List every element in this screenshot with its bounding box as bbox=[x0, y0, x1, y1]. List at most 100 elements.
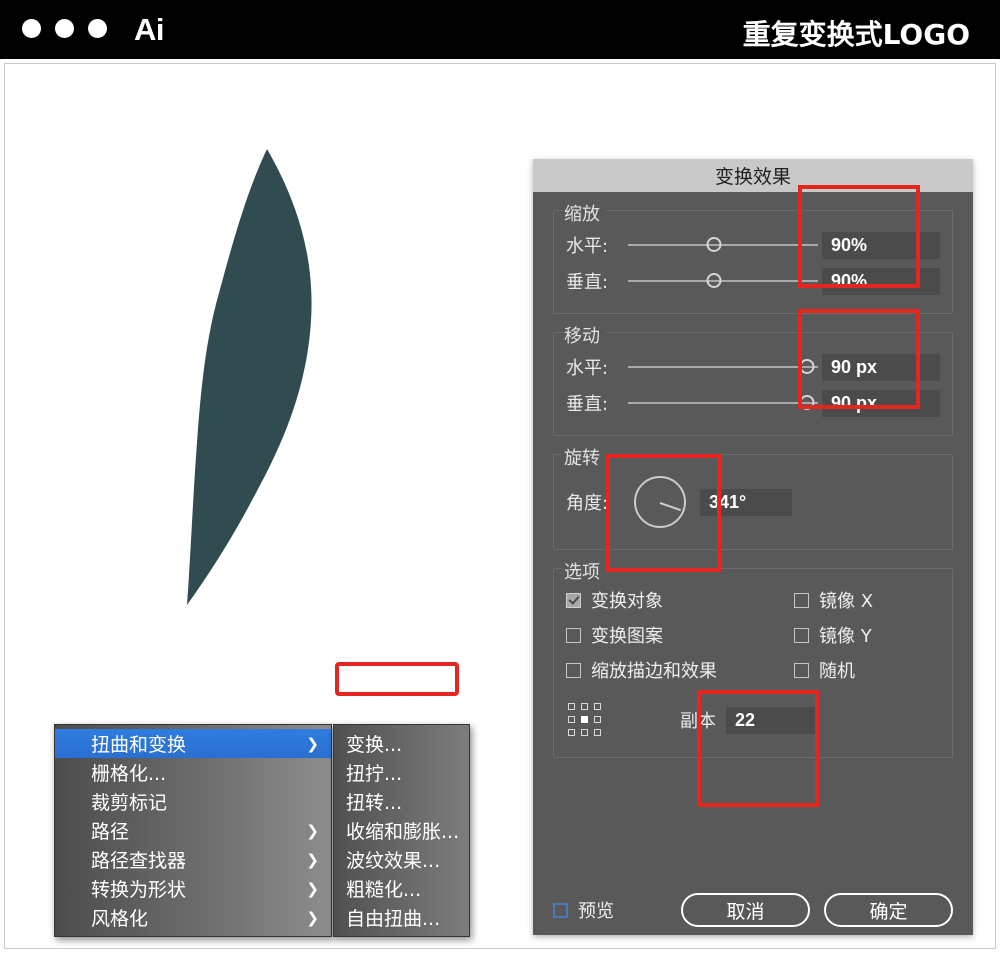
minimize-icon[interactable] bbox=[55, 19, 74, 38]
move-legend: 移动 bbox=[562, 322, 606, 348]
ok-button[interactable]: 确定 bbox=[824, 893, 953, 927]
scale-legend: 缩放 bbox=[562, 200, 606, 226]
context-menu[interactable]: 扭曲和变换 ❯ 栅格化... 裁剪标记 路径 ❯ 路径查找器 ❯ 转换为形状 ❯ bbox=[54, 724, 332, 937]
menu-item-label: 路径 bbox=[91, 821, 130, 843]
scale-vertical-label: 垂直: bbox=[566, 272, 609, 293]
move-vertical-label: 垂直: bbox=[566, 394, 609, 415]
submenu-item-twist[interactable]: 扭拧... bbox=[334, 758, 469, 787]
app-logo: Ai bbox=[134, 12, 165, 47]
slider-thumb[interactable] bbox=[799, 395, 815, 410]
menu-item-convert-to-shape[interactable]: 转换为形状 ❯ bbox=[55, 874, 331, 903]
move-group: 移动 水平: 90 px 垂直: 90 px bbox=[553, 322, 953, 436]
chevron-right-icon: ❯ bbox=[306, 821, 319, 840]
close-icon[interactable] bbox=[22, 19, 41, 38]
checkbox-box[interactable] bbox=[794, 627, 809, 643]
slider-track bbox=[628, 244, 818, 246]
move-horizontal-input[interactable]: 90 px bbox=[822, 353, 940, 381]
slider-track bbox=[628, 366, 818, 368]
checkbox-preview[interactable]: 预览 bbox=[553, 897, 614, 923]
slider-track bbox=[628, 402, 818, 404]
menu-item-label: 扭曲和变换 bbox=[91, 734, 187, 756]
options-group: 选项 变换对象 镜像 X 变换图案 镜像 Y 缩放描边和效果 随机 副本 22 bbox=[553, 558, 953, 758]
chevron-right-icon: ❯ bbox=[306, 734, 319, 753]
menu-item-rasterize[interactable]: 栅格化... bbox=[55, 758, 331, 787]
chevron-right-icon: ❯ bbox=[306, 908, 319, 927]
checkbox-box[interactable] bbox=[553, 902, 568, 918]
checkbox-label: 镜像 Y bbox=[819, 626, 872, 647]
checkbox-random[interactable]: 随机 bbox=[794, 657, 940, 683]
options-legend: 选项 bbox=[562, 558, 606, 584]
rotate-angle-label: 角度: bbox=[566, 493, 609, 514]
submenu-item-twirl[interactable]: 扭转... bbox=[334, 787, 469, 816]
scale-horizontal-row: 水平: 90% bbox=[566, 227, 940, 263]
menu-item-crop-marks[interactable]: 裁剪标记 bbox=[55, 787, 331, 816]
checkbox-label: 缩放描边和效果 bbox=[591, 661, 717, 682]
checkbox-box[interactable] bbox=[566, 592, 581, 608]
move-vertical-slider[interactable] bbox=[628, 394, 818, 412]
scale-vertical-slider[interactable] bbox=[628, 272, 818, 290]
checkbox-scale-strokes-effects[interactable]: 缩放描边和效果 bbox=[566, 657, 794, 683]
checkbox-box[interactable] bbox=[794, 662, 809, 678]
checkbox-label: 预览 bbox=[578, 901, 614, 922]
move-horizontal-slider[interactable] bbox=[628, 358, 818, 376]
cancel-button[interactable]: 取消 bbox=[681, 893, 810, 927]
leaf-shape-artwork[interactable] bbox=[145, 139, 385, 609]
submenu-item-free-distort[interactable]: 自由扭曲... bbox=[334, 903, 469, 932]
document-title: 重复变换式LOGO bbox=[742, 18, 970, 51]
checkbox-box[interactable] bbox=[566, 662, 581, 678]
menu-item-distort-transform[interactable]: 扭曲和变换 ❯ bbox=[55, 729, 331, 758]
checkbox-box[interactable] bbox=[566, 627, 581, 643]
move-horizontal-row: 水平: 90 px bbox=[566, 349, 940, 385]
dial-needle bbox=[659, 502, 682, 512]
checkbox-label: 镜像 X bbox=[819, 591, 874, 612]
submenu-item-pucker-bloat[interactable]: 收缩和膨胀... bbox=[334, 816, 469, 845]
rotate-group: 旋转 角度: 341° bbox=[553, 444, 953, 550]
slider-thumb[interactable] bbox=[799, 359, 815, 374]
scale-horizontal-input[interactable]: 90% bbox=[822, 231, 940, 259]
anchor-point-grid-icon[interactable] bbox=[568, 703, 602, 737]
artboard-canvas[interactable]: 扭曲和变换 ❯ 栅格化... 裁剪标记 路径 ❯ 路径查找器 ❯ 转换为形状 ❯ bbox=[4, 63, 996, 949]
slider-thumb[interactable] bbox=[706, 273, 721, 288]
window-controls bbox=[22, 19, 107, 38]
submenu-item-transform[interactable]: 变换... bbox=[334, 729, 469, 758]
maximize-icon[interactable] bbox=[88, 19, 107, 38]
slider-thumb[interactable] bbox=[706, 237, 721, 252]
scale-vertical-row: 垂直: 90% bbox=[566, 263, 940, 299]
rotate-legend: 旋转 bbox=[562, 444, 606, 470]
submenu-item-zig-zag[interactable]: 波纹效果... bbox=[334, 845, 469, 874]
submenu-item-label: 粗糙化... bbox=[346, 879, 422, 901]
menu-item-path[interactable]: 路径 ❯ bbox=[55, 816, 331, 845]
menu-item-pathfinder[interactable]: 路径查找器 ❯ bbox=[55, 845, 331, 874]
submenu-item-label: 自由扭曲... bbox=[346, 908, 441, 930]
scale-vertical-input[interactable]: 90% bbox=[822, 267, 940, 295]
slider-track bbox=[628, 280, 818, 282]
scale-horizontal-slider[interactable] bbox=[628, 236, 818, 254]
options-checkbox-grid: 变换对象 镜像 X 变换图案 镜像 Y 缩放描边和效果 随机 bbox=[566, 587, 940, 683]
dialog-body: 缩放 水平: 90% 垂直: 90% 移动 水平: 90 px 垂直: 90 p… bbox=[533, 200, 973, 953]
submenu-item-roughen[interactable]: 粗糙化... bbox=[334, 874, 469, 903]
checkbox-reflect-y[interactable]: 镜像 Y bbox=[794, 622, 940, 648]
checkbox-label: 变换对象 bbox=[591, 591, 663, 612]
checkbox-transform-objects[interactable]: 变换对象 bbox=[566, 587, 794, 613]
checkbox-label: 随机 bbox=[819, 661, 855, 682]
menu-item-label: 风格化 bbox=[91, 908, 149, 930]
submenu-item-label: 收缩和膨胀... bbox=[346, 821, 460, 843]
checkbox-box[interactable] bbox=[794, 592, 809, 608]
checkbox-transform-patterns[interactable]: 变换图案 bbox=[566, 622, 794, 648]
menu-item-label: 裁剪标记 bbox=[91, 792, 168, 814]
checkbox-reflect-x[interactable]: 镜像 X bbox=[794, 587, 940, 613]
rotation-dial-icon[interactable] bbox=[634, 476, 686, 528]
scale-horizontal-label: 水平: bbox=[566, 236, 609, 257]
move-horizontal-label: 水平: bbox=[566, 358, 609, 379]
submenu-item-label: 波纹效果... bbox=[346, 850, 441, 872]
checkbox-label: 变换图案 bbox=[591, 626, 663, 647]
illustrator-app-window: Ai 重复变换式LOGO 扭曲和变换 ❯ 栅格化... 裁剪标记 路径 ❯ 路径… bbox=[0, 0, 1000, 953]
transform-menu-item-highlight-box bbox=[335, 662, 459, 696]
transform-effect-dialog: 变换效果 缩放 水平: 90% 垂直: 90% 移动 水平: 90 px 垂直:… bbox=[533, 159, 973, 935]
distort-transform-submenu[interactable]: 变换... 扭拧... 扭转... 收缩和膨胀... 波纹效果... 粗糙化..… bbox=[333, 724, 470, 937]
menu-item-stylize[interactable]: 风格化 ❯ bbox=[55, 903, 331, 932]
rotate-angle-row: 角度: 341° bbox=[566, 473, 940, 531]
move-vertical-input[interactable]: 90 px bbox=[822, 389, 940, 417]
copies-input[interactable]: 22 bbox=[726, 706, 818, 734]
rotate-angle-input[interactable]: 341° bbox=[700, 488, 792, 516]
